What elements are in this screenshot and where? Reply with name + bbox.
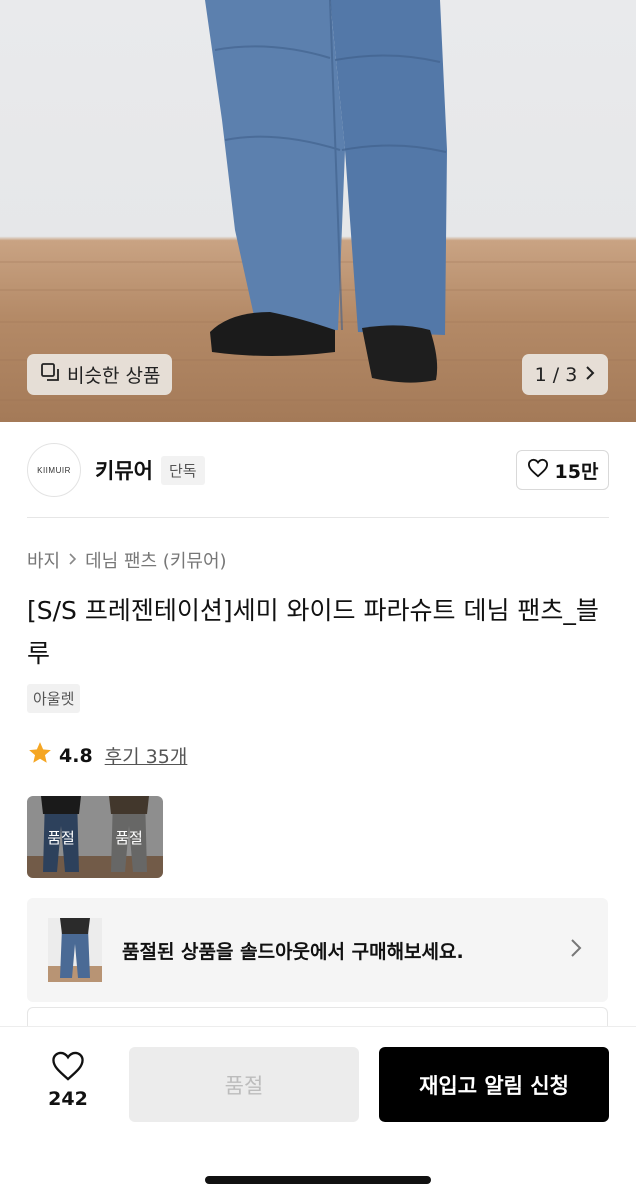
similar-products-button[interactable]: 비슷한 상품: [27, 354, 173, 395]
product-title: [S/S 프레젠테이션]세미 와이드 파라슈트 데님 팬츠_블루: [27, 596, 599, 668]
restock-alert-button[interactable]: 재입고 알림 신청: [379, 1047, 609, 1122]
product-image[interactable]: 비슷한 상품 1 / 3: [0, 0, 636, 422]
wishlist-button[interactable]: 242: [36, 1050, 100, 1110]
wishlist-count: 242: [48, 1088, 88, 1110]
color-option-blue[interactable]: 품절: [27, 796, 95, 878]
image-counter-text: 1 / 3: [534, 363, 578, 386]
review-count-link[interactable]: 후기 35개: [105, 742, 188, 769]
heart-icon: [527, 458, 549, 483]
brand-like-count: 15만: [554, 460, 599, 483]
soldout-button: 품절: [129, 1047, 359, 1122]
chevron-right-icon: [585, 364, 595, 386]
heart-icon: [50, 1051, 86, 1086]
outlet-tag: 아울렛: [27, 684, 81, 713]
soldout-banner-text: 품절된 상품을 솔드아웃에서 구매해보세요.: [122, 940, 464, 963]
color-options: 품절 품절: [27, 796, 163, 878]
soldout-label: 품절: [115, 829, 143, 847]
color-option-gray[interactable]: 품절: [95, 796, 163, 878]
rating-score: 4.8: [59, 744, 93, 767]
brand-logo[interactable]: KIIMUIR: [27, 443, 81, 497]
banner-thumbnail: [48, 918, 102, 982]
soldout-resale-banner[interactable]: 품절된 상품을 솔드아웃에서 구매해보세요.: [27, 898, 608, 1002]
brand-like-button[interactable]: 15만: [516, 450, 609, 490]
chevron-right-icon: [570, 938, 582, 962]
chevron-right-icon: [68, 550, 77, 571]
similar-products-label: 비슷한 상품: [67, 365, 161, 387]
rating[interactable]: 4.8 후기 35개: [27, 740, 187, 771]
breadcrumb-subcategory[interactable]: 데님 팬츠 (키뮤어): [85, 547, 226, 573]
breadcrumb: 바지 데님 팬츠 (키뮤어): [27, 547, 227, 573]
brand-name[interactable]: 키뮤어: [95, 455, 153, 485]
exclusive-badge: 단독: [160, 455, 205, 485]
divider: [27, 517, 609, 518]
image-counter-button[interactable]: 1 / 3: [522, 354, 608, 395]
breadcrumb-category[interactable]: 바지: [27, 547, 60, 573]
soldout-label: 품절: [47, 829, 75, 847]
star-icon: [27, 740, 53, 771]
similar-items-icon: [39, 361, 61, 388]
brand-row: KIIMUIR 키뮤어 단독 15만: [27, 441, 609, 499]
home-indicator: [205, 1176, 431, 1184]
